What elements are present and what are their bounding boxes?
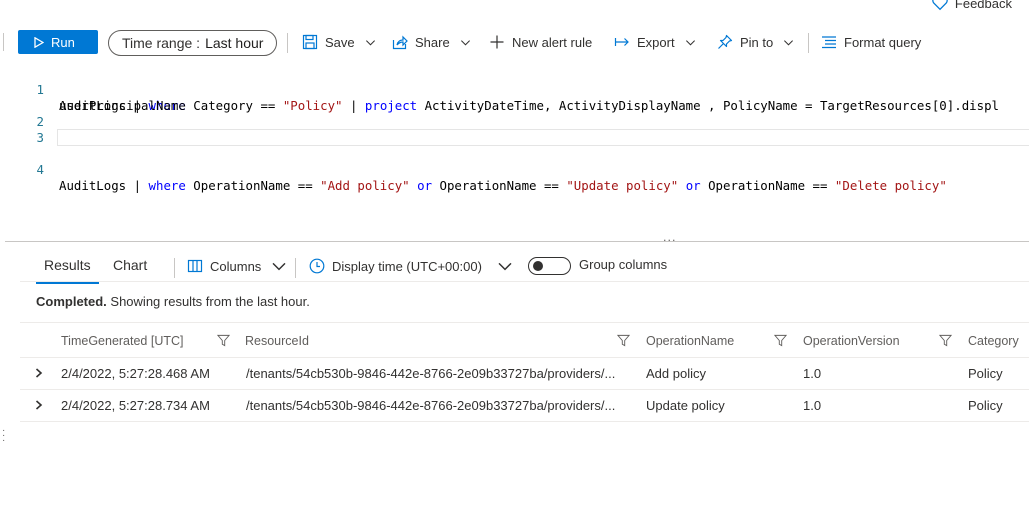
time-range-value: Last hour: [205, 35, 264, 51]
editor-line-wrap: userPrincipalName: [0, 82, 186, 113]
results-toolbar: Results Chart Columns Display time (UTC+…: [0, 254, 1029, 284]
pane-splitter[interactable]: [5, 241, 1029, 242]
cell-operationname: Update policy: [646, 398, 725, 413]
group-columns-label: Group columns: [579, 257, 668, 272]
filter-icon[interactable]: [217, 334, 230, 347]
run-button[interactable]: Run: [18, 30, 98, 54]
display-time-label: Display time (UTC+00:00): [332, 258, 482, 274]
cell-timegenerated: 2/4/2022, 5:27:28.734 AM: [61, 398, 210, 413]
pin-icon: [717, 34, 733, 50]
time-range-button[interactable]: Time range : Last hour: [108, 30, 277, 56]
cell-category: Policy: [968, 366, 1003, 381]
editor-line: 2: [0, 98, 44, 129]
filter-icon[interactable]: [939, 334, 952, 347]
chevron-down-icon: [498, 262, 512, 271]
cell-operationname: Add policy: [646, 366, 706, 381]
status-message: Completed. Showing results from the last…: [36, 294, 310, 309]
export-label: Export: [637, 34, 675, 50]
editor-line-current: 4 AuditLogs | where OperationName == "Ad…: [0, 129, 1029, 193]
time-range-label: Time range :: [122, 35, 201, 51]
chevron-down-icon: [272, 262, 286, 271]
column-header-category[interactable]: Category: [968, 334, 1019, 348]
play-icon: [34, 36, 44, 48]
chevron-down-icon: [460, 39, 470, 46]
clock-icon: [309, 258, 325, 274]
cell-operationversion: 1.0: [803, 366, 822, 381]
toolbar-divider: [174, 258, 175, 278]
current-line-highlight: [57, 129, 1029, 146]
code-text: AuditLogs | where OperationName == "Add …: [59, 178, 947, 193]
filter-icon[interactable]: [774, 334, 787, 347]
chevron-down-icon: [784, 39, 794, 46]
feedback-label: Feedback: [954, 0, 1012, 11]
format-query-button[interactable]: Format query: [821, 32, 921, 52]
column-header-timegenerated[interactable]: TimeGenerated [UTC]: [61, 334, 184, 348]
cell-category: Policy: [968, 398, 1003, 413]
editor-line: 1 AuditLogs | where Category == "Policy"…: [0, 66, 1029, 113]
code-text: userPrincipalName: [59, 98, 186, 113]
column-header-operationname[interactable]: OperationName: [646, 334, 734, 348]
save-label: Save: [325, 34, 355, 50]
chevron-right-icon[interactable]: [34, 367, 44, 379]
filter-icon[interactable]: [617, 334, 630, 347]
toolbar-divider: [287, 33, 288, 53]
feedback-link[interactable]: Feedback: [931, 0, 1012, 12]
cell-operationversion: 1.0: [803, 398, 822, 413]
group-columns-toggle[interactable]: [528, 257, 571, 275]
tab-results[interactable]: Results: [36, 257, 99, 284]
format-query-label: Format query: [844, 34, 922, 50]
chevron-right-icon[interactable]: [34, 399, 44, 411]
columns-button[interactable]: Columns: [187, 258, 287, 274]
side-resize-handle[interactable]: · · ·: [2, 426, 5, 446]
pin-to-label: Pin to: [740, 34, 774, 50]
save-icon: [302, 34, 318, 50]
plus-icon: [489, 34, 505, 50]
toggle-knob: [533, 261, 543, 271]
export-icon: [614, 34, 630, 50]
run-label: Run: [51, 34, 75, 50]
column-header-operationversion[interactable]: OperationVersion: [803, 334, 900, 348]
export-button[interactable]: Export: [614, 32, 696, 52]
toolbar-divider: [3, 33, 4, 51]
line-number: 4: [36, 162, 44, 177]
heart-icon: [932, 0, 948, 11]
column-header-resourceid[interactable]: ResourceId: [245, 334, 309, 348]
chevron-down-icon: [685, 39, 695, 46]
save-button[interactable]: Save: [302, 32, 376, 52]
format-icon: [821, 34, 837, 50]
share-icon: [392, 34, 408, 50]
pin-to-button[interactable]: Pin to: [717, 32, 794, 52]
toolbar-divider: [295, 258, 296, 278]
toolbar-divider: [808, 33, 809, 53]
cell-timegenerated: 2/4/2022, 5:27:28.468 AM: [61, 366, 210, 381]
columns-label: Columns: [210, 258, 262, 274]
share-label: Share: [415, 34, 450, 50]
code-text: AuditLogs | where Category == "Policy" |…: [59, 98, 999, 113]
query-toolbar: Run Time range : Last hour Save Share Ne…: [0, 28, 1029, 56]
new-alert-rule-button[interactable]: New alert rule: [489, 32, 592, 52]
chevron-down-icon: [365, 39, 375, 46]
table-row[interactable]: 2/4/2022, 5:27:28.734 AM /tenants/54cb53…: [20, 390, 1029, 422]
table-row[interactable]: 2/4/2022, 5:27:28.468 AM /tenants/54cb53…: [20, 358, 1029, 390]
cell-resourceid: /tenants/54cb530b-9846-442e-8766-2e09b33…: [246, 366, 616, 381]
new-alert-rule-label: New alert rule: [512, 34, 593, 50]
query-editor[interactable]: 1 AuditLogs | where Category == "Policy"…: [0, 62, 1029, 242]
share-button[interactable]: Share: [392, 32, 471, 52]
display-time-button[interactable]: Display time (UTC+00:00): [309, 258, 513, 274]
tab-chart[interactable]: Chart: [113, 257, 147, 273]
divider: [20, 281, 1029, 282]
cell-resourceid: /tenants/54cb530b-9846-442e-8766-2e09b33…: [246, 398, 616, 413]
divider: [20, 322, 1029, 323]
columns-icon: [187, 259, 203, 273]
editor-line: 3: [0, 114, 44, 145]
